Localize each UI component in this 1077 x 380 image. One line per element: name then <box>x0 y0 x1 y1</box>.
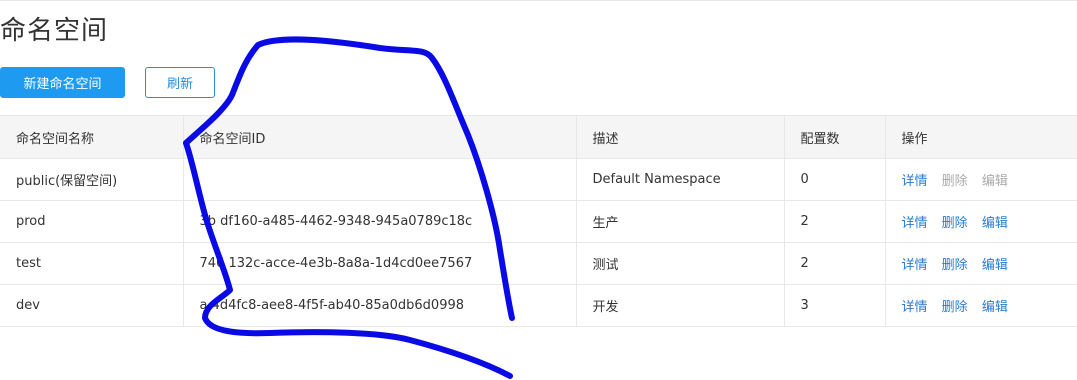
table-row: dev a 4d4fc8-aee8-4f5f-ab40-85a0db6d0998… <box>0 284 1077 327</box>
edit-link: 编辑 <box>981 174 1008 189</box>
cell-id <box>182 158 576 201</box>
edit-link[interactable]: 编辑 <box>982 216 1008 231</box>
cell-id: 3b df160-a485-4462-9348-945a0789c18c <box>182 200 576 243</box>
cell-ops: 详情 删除 编辑 <box>884 158 1077 201</box>
detail-link[interactable]: 详情 <box>902 174 928 189</box>
cell-count: 2 <box>783 242 885 285</box>
table-row: test 746 132c-acce-4e3b-8a8a-1d4cd0ee756… <box>0 242 1077 285</box>
cell-id: a 4d4fc8-aee8-4f5f-ab40-85a0db6d0998 <box>182 284 576 327</box>
refresh-button[interactable]: 刷新 <box>145 67 215 98</box>
header-desc: 描述 <box>575 115 784 159</box>
delete-link[interactable]: 删除 <box>942 300 968 315</box>
cell-name: test <box>0 242 183 285</box>
cell-name: public(保留空间) <box>0 158 183 201</box>
header-count: 配置数 <box>783 115 885 159</box>
cell-ops: 详情 删除 编辑 <box>884 200 1077 243</box>
cell-desc: 生产 <box>575 200 784 243</box>
cell-ops: 详情 删除 编辑 <box>884 242 1077 285</box>
top-divider <box>0 0 1077 1</box>
edit-link[interactable]: 编辑 <box>982 258 1008 273</box>
header-ops: 操作 <box>884 115 1077 159</box>
header-name: 命名空间名称 <box>0 115 183 159</box>
cell-name: dev <box>0 284 183 327</box>
cell-desc: 测试 <box>575 242 784 285</box>
cell-desc: 开发 <box>575 284 784 327</box>
cell-count: 2 <box>783 200 885 243</box>
detail-link[interactable]: 详情 <box>902 216 928 231</box>
detail-link[interactable]: 详情 <box>902 300 928 315</box>
table-row: public(保留空间) Default Namespace 0 详情 删除 编… <box>0 158 1077 201</box>
cell-desc: Default Namespace <box>575 158 784 201</box>
header-id: 命名空间ID <box>182 115 576 159</box>
delete-link[interactable]: 删除 <box>942 258 968 273</box>
delete-link[interactable]: 删除 <box>942 216 968 231</box>
page-title: 命名空间 <box>0 16 109 46</box>
detail-link[interactable]: 详情 <box>902 258 928 273</box>
delete-link: 删除 <box>941 174 968 189</box>
cell-count: 0 <box>783 158 885 201</box>
table-header-row: 命名空间名称 命名空间ID 描述 配置数 操作 <box>0 115 1077 159</box>
cell-ops: 详情 删除 编辑 <box>884 284 1077 327</box>
table-row: prod 3b df160-a485-4462-9348-945a0789c18… <box>0 200 1077 243</box>
create-namespace-button[interactable]: 新建命名空间 <box>0 67 125 98</box>
namespace-page: 命名空间 新建命名空间 刷新 命名空间名称 命名空间ID 描述 配置数 操作 p… <box>0 0 1077 380</box>
namespace-table: 命名空间名称 命名空间ID 描述 配置数 操作 public(保留空间) Def… <box>0 115 1077 327</box>
cell-id: 746 132c-acce-4e3b-8a8a-1d4cd0ee7567 <box>182 242 576 285</box>
cell-name: prod <box>0 200 183 243</box>
edit-link[interactable]: 编辑 <box>982 300 1008 315</box>
cell-count: 3 <box>783 284 885 327</box>
